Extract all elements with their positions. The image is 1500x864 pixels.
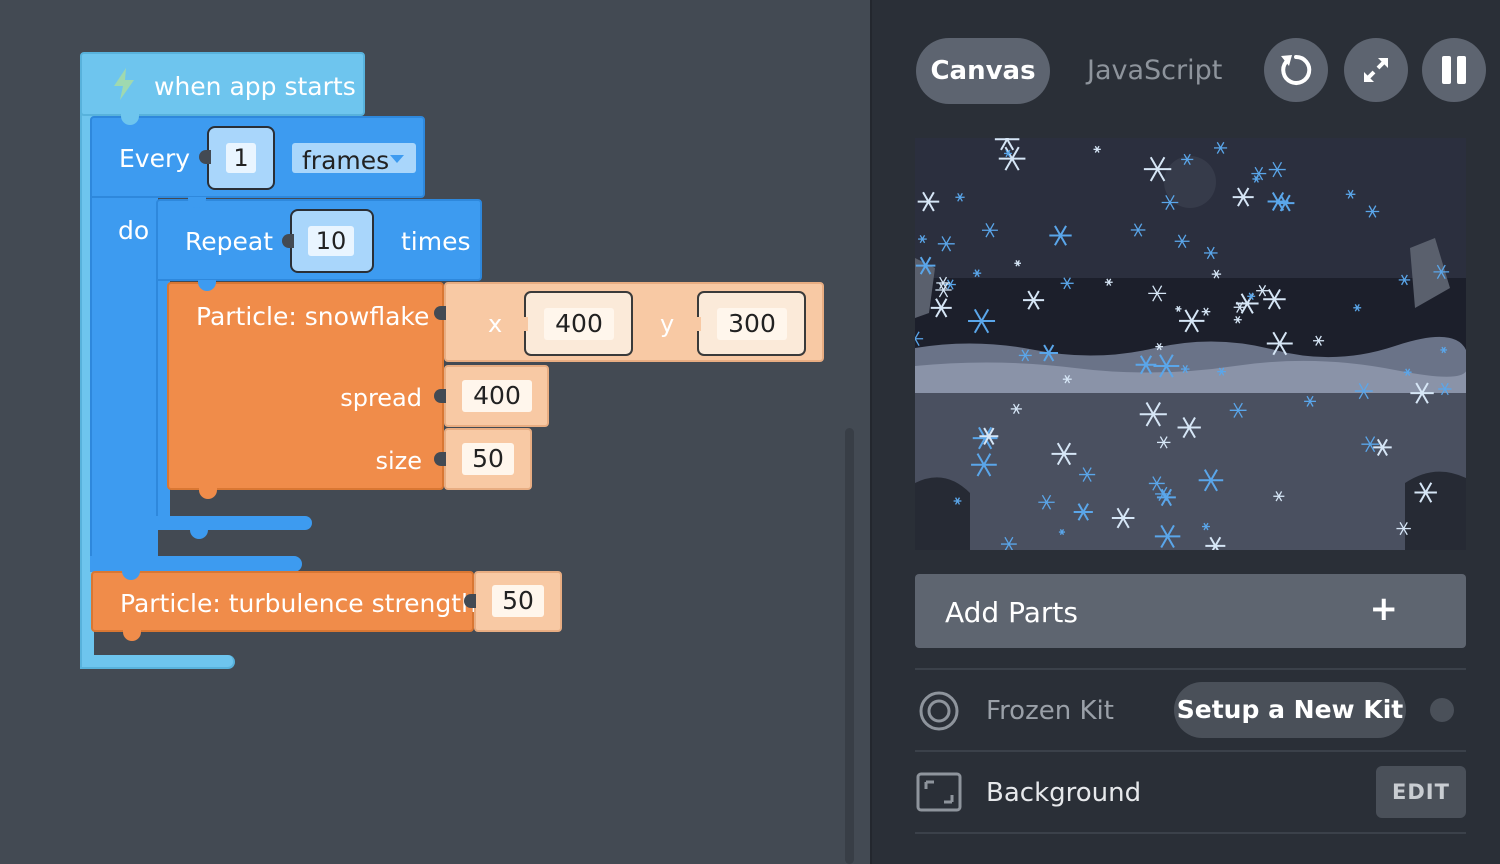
x-value-input[interactable]: 400 <box>544 308 614 340</box>
socket-pin <box>464 594 476 608</box>
when-app-starts-label: when app starts <box>154 72 356 101</box>
frames-dropdown[interactable]: frames <box>292 143 416 175</box>
frames-dropdown-label: frames <box>302 146 390 175</box>
particle-turbulence-label: Particle: turbulence strength <box>120 589 477 618</box>
size-value-input[interactable]: 50 <box>462 443 514 475</box>
target-icon <box>919 691 959 731</box>
times-label: times <box>401 227 471 256</box>
socket-pin <box>199 150 211 164</box>
y-label: y <box>660 310 675 338</box>
lightning-icon <box>114 68 134 100</box>
socket-pin <box>689 317 701 331</box>
preview-panel: Canvas JavaScript Add Parts + Frozen Kit… <box>870 0 1500 864</box>
pause-icon <box>1442 56 1466 84</box>
every-label: Every <box>119 144 191 173</box>
restart-icon <box>1281 54 1312 85</box>
fullscreen-icon <box>1364 58 1388 82</box>
snow-scene <box>915 138 1466 550</box>
chevron-down-icon <box>390 155 404 163</box>
tab-canvas[interactable]: Canvas <box>916 38 1050 104</box>
plus-icon: + <box>1369 589 1399 629</box>
block-workspace[interactable]: when app starts Every 1 frames do Repeat… <box>0 0 870 864</box>
socket-pin <box>434 306 446 320</box>
repeat-label: Repeat <box>185 227 274 256</box>
socket-pin <box>282 234 294 248</box>
spread-label: spread <box>340 384 422 412</box>
divider <box>915 832 1466 834</box>
kit-status-dot[interactable] <box>1430 698 1454 722</box>
socket-pin <box>434 389 446 403</box>
block-notch <box>123 630 141 641</box>
y-value-input[interactable]: 300 <box>717 308 787 340</box>
fullscreen-button[interactable] <box>1344 38 1408 102</box>
repeat-value-input[interactable]: 10 <box>308 226 354 256</box>
size-label: size <box>375 447 422 475</box>
particle-snowflake-label: Particle: snowflake <box>196 302 430 331</box>
particle-turbulence-block[interactable]: Particle: turbulence strength <box>91 571 477 632</box>
add-parts-button[interactable]: Add Parts + <box>915 574 1466 648</box>
particle-snowflake-block[interactable]: Particle: snowflake spread size <box>167 282 444 490</box>
add-parts-label: Add Parts <box>945 596 1078 629</box>
canvas-stage[interactable] <box>915 138 1466 550</box>
background-icon <box>916 772 962 812</box>
socket-pin <box>516 317 528 331</box>
workspace-scrollbar[interactable] <box>845 428 854 864</box>
restart-button[interactable] <box>1264 38 1328 102</box>
divider <box>915 750 1466 752</box>
block-notch <box>190 528 208 539</box>
repeat-block-foot <box>156 516 312 530</box>
background-edit-button[interactable]: EDIT <box>1376 766 1466 818</box>
pause-button[interactable] <box>1422 38 1486 102</box>
when-app-starts-block[interactable]: when app starts <box>80 52 365 116</box>
background-label: Background <box>986 778 1142 808</box>
setup-new-kit-button[interactable]: Setup a New Kit <box>1174 682 1406 738</box>
divider <box>915 668 1466 670</box>
spread-value-input[interactable]: 400 <box>462 380 532 412</box>
turbulence-value-input[interactable]: 50 <box>492 585 544 617</box>
frozen-kit-label: Frozen Kit <box>986 696 1114 726</box>
every-value-input[interactable]: 1 <box>226 143 256 173</box>
every-block-rail <box>90 196 158 570</box>
x-label: x <box>488 310 503 338</box>
block-notch <box>199 488 217 499</box>
do-label: do <box>118 216 150 245</box>
socket-pin <box>434 452 446 466</box>
tab-javascript[interactable]: JavaScript <box>1087 38 1222 104</box>
when-app-starts-foot <box>80 655 235 669</box>
